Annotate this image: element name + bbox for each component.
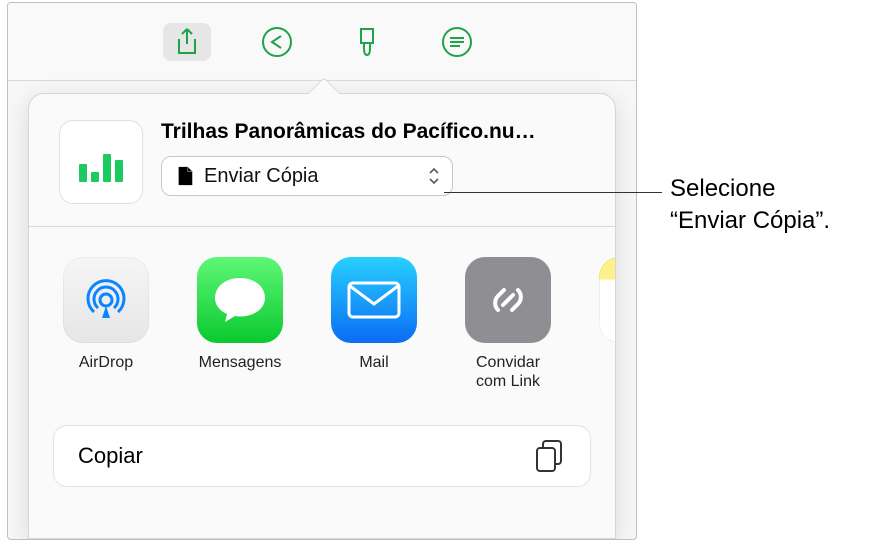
callout-line: Selecione	[670, 173, 870, 205]
callout-line: “Enviar Cópia”.	[670, 205, 870, 237]
share-target-invite-link[interactable]: Convidar com Link	[461, 257, 555, 391]
copy-action-row[interactable]: Copiar	[53, 425, 591, 487]
document-icon	[176, 166, 194, 186]
undo-icon	[260, 25, 294, 59]
link-icon	[465, 257, 551, 343]
share-target-airdrop[interactable]: AirDrop	[59, 257, 153, 391]
share-target-label: Mail	[359, 353, 388, 372]
share-targets-row: AirDrop Mensagens Mail	[29, 227, 615, 403]
file-title: Trilhas Panorâmicas do Pacífico.nu…	[161, 120, 585, 144]
format-button[interactable]	[343, 23, 391, 61]
chevron-up-down-icon	[426, 166, 442, 186]
brush-icon	[352, 26, 382, 58]
document-thumbnail	[59, 120, 143, 204]
mail-icon	[331, 257, 417, 343]
notes-icon	[599, 257, 615, 343]
callout-leader-line	[444, 192, 662, 193]
copy-icon	[534, 439, 566, 473]
share-target-label: AirDrop	[79, 353, 133, 372]
messages-icon	[197, 257, 283, 343]
menu-button[interactable]	[433, 23, 481, 61]
share-target-label: Convidar com Link	[461, 353, 555, 391]
share-target-mail[interactable]: Mail	[327, 257, 421, 391]
menu-icon	[440, 25, 474, 59]
send-mode-label: Enviar Cópia	[204, 165, 426, 188]
share-sheet: Trilhas Panorâmicas do Pacífico.nu… Envi…	[28, 93, 616, 539]
share-target-messages[interactable]: Mensagens	[193, 257, 287, 391]
share-target-notes[interactable]: N	[595, 257, 615, 391]
copy-label: Copiar	[78, 443, 143, 469]
share-target-label: Mensagens	[199, 353, 282, 372]
bar-chart-icon	[77, 154, 125, 187]
app-window: Trilhas Panorâmicas do Pacífico.nu… Envi…	[7, 2, 637, 540]
share-button[interactable]	[163, 23, 211, 61]
undo-button[interactable]	[253, 23, 301, 61]
send-mode-select[interactable]: Enviar Cópia	[161, 156, 453, 196]
toolbar	[8, 3, 636, 81]
airdrop-icon	[63, 257, 149, 343]
share-icon	[173, 27, 201, 57]
sheet-header: Trilhas Panorâmicas do Pacífico.nu… Envi…	[29, 94, 615, 226]
callout-text: Selecione “Enviar Cópia”.	[670, 173, 870, 238]
